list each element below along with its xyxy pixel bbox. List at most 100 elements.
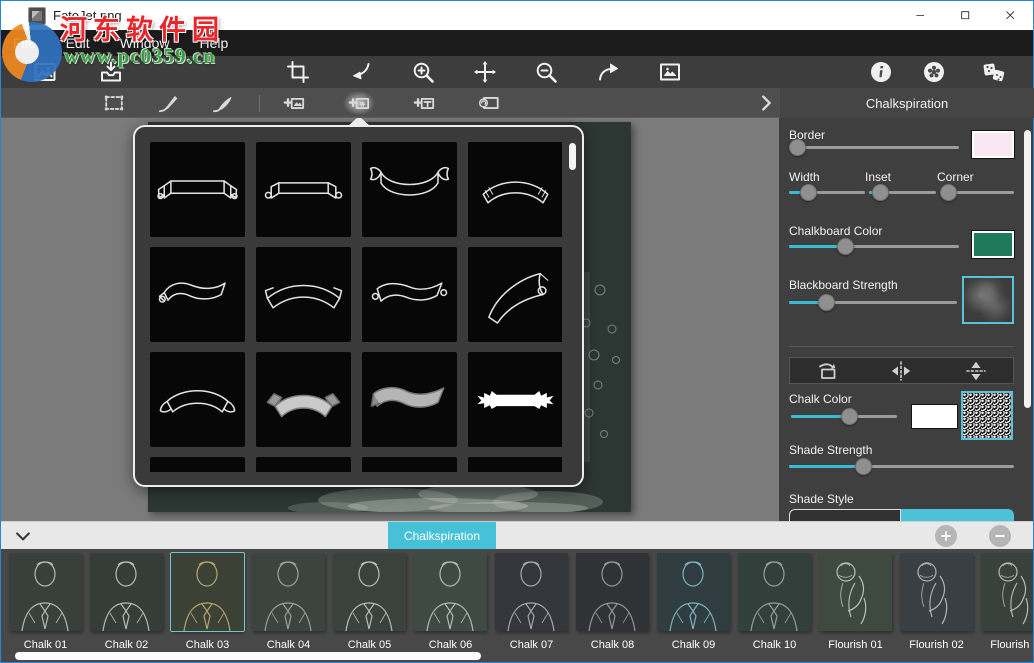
clipart-tile-banner-03[interactable] [362,142,457,237]
menu-edit[interactable]: Edit [66,35,90,51]
slider-thumb[interactable] [940,184,957,201]
paint-tool-icon[interactable] [207,91,239,115]
clipart-tile-banner-06[interactable] [256,247,351,342]
import-icon[interactable] [95,58,127,86]
rotate-icon[interactable] [345,58,377,86]
clipart-tile-banner-04[interactable] [468,142,562,237]
tab-reverse[interactable]: Reverse [901,509,1014,521]
template-thumb-chalk-05[interactable]: Chalk 05 [333,553,406,651]
chalkboard-color-slider[interactable] [789,237,959,256]
template-thumb-image[interactable] [9,553,82,631]
flip-vertical-icon[interactable] [963,360,989,382]
flip-horizontal-icon[interactable] [888,360,914,382]
menu-help[interactable]: Help [199,35,228,51]
chalk-texture-swatch[interactable] [961,391,1013,440]
template-thumb-image[interactable] [171,553,244,631]
add-clipart-tool-icon[interactable] [343,91,375,115]
redo-icon[interactable] [592,58,624,86]
zoom-out-icon[interactable] [530,58,562,86]
zoom-out-thumbs-button[interactable] [989,525,1011,547]
blackboard-strength-slider[interactable] [789,293,957,312]
clipart-tile-banner-12[interactable] [468,352,562,447]
open-photo-icon[interactable] [29,58,61,86]
chevron-right-icon[interactable] [750,91,782,115]
template-thumb-image[interactable] [900,553,973,631]
template-thumb-chalk-08[interactable]: Chalk 08 [576,553,649,651]
popup-scrollbar[interactable] [569,143,576,170]
chevron-down-icon[interactable] [13,526,33,546]
template-thumb-image[interactable] [738,553,811,631]
clipart-tile-banner-07[interactable] [362,247,457,342]
slider-track[interactable] [789,146,959,149]
template-thumb-chalk-07[interactable]: Chalk 07 [495,553,568,651]
template-thumb-image[interactable] [252,553,325,631]
panel-scrollbar[interactable] [1024,130,1031,408]
zoom-in-icon[interactable] [407,58,439,86]
settings-icon[interactable] [918,58,950,86]
chalkboard-color-swatch[interactable] [972,231,1014,258]
template-thumb-flourish-03[interactable]: Flourish 03 [981,553,1033,651]
template-thumb-chalk-10[interactable]: Chalk 10 [738,553,811,651]
template-thumb-image[interactable] [333,553,406,631]
background-tool-icon[interactable] [473,91,505,115]
zoom-in-thumbs-button[interactable] [935,525,957,547]
shade-strength-slider[interactable] [789,457,1014,476]
info-icon[interactable] [865,58,897,86]
template-thumb-chalk-02[interactable]: Chalk 02 [90,553,163,651]
slider-thumb[interactable] [789,139,806,156]
clipart-tile-banner-08[interactable] [468,247,562,342]
crop-icon[interactable] [282,58,314,86]
slider-thumb[interactable] [872,184,889,201]
clipart-tile-banner-05[interactable] [150,247,245,342]
rotate-clipart-icon[interactable] [814,360,840,382]
menu-window[interactable]: Window [120,35,170,51]
template-thumb-image[interactable] [981,553,1033,631]
blackboard-texture-swatch[interactable] [962,276,1014,324]
chalk-color-slider[interactable] [791,407,897,426]
template-thumb-image[interactable] [414,553,487,631]
template-thumb-chalk-06[interactable]: Chalk 06 [414,553,487,651]
draw-tool-icon[interactable] [153,91,185,115]
tab-normal[interactable]: Normal [789,509,901,521]
menu-file[interactable]: File [13,35,36,51]
template-thumb-image[interactable] [90,553,163,631]
template-thumb-chalk-03[interactable]: Chalk 03 [171,553,244,651]
clipart-tile-banner-15[interactable] [362,457,457,472]
move-icon[interactable] [469,58,501,86]
filmstrip-scrollbar[interactable] [15,652,481,660]
category-button[interactable]: Chalkspiration [388,522,496,550]
photo-frame-icon[interactable] [654,58,686,86]
template-thumb-flourish-02[interactable]: Flourish 02 [900,553,973,651]
clipart-tile-banner-14[interactable] [256,457,351,472]
maximize-button[interactable] [943,1,988,30]
border-color-swatch[interactable] [972,131,1014,158]
slider-thumb[interactable] [841,408,858,425]
select-tool-icon[interactable] [98,91,130,115]
slider-thumb[interactable] [855,458,872,475]
template-thumb-chalk-09[interactable]: Chalk 09 [657,553,730,651]
width-slider[interactable] [789,183,865,202]
template-thumb-chalk-04[interactable]: Chalk 04 [252,553,325,651]
close-button[interactable] [988,1,1033,30]
inset-slider[interactable] [869,183,936,202]
clipart-tile-banner-02[interactable] [256,142,351,237]
slider-thumb[interactable] [800,184,817,201]
add-photo-tool-icon[interactable] [278,91,310,115]
clipart-tile-banner-16[interactable] [468,457,562,472]
minimize-button[interactable] [898,1,943,30]
template-thumb-image[interactable] [576,553,649,631]
chalk-color-swatch[interactable] [912,405,957,428]
share-icon[interactable] [978,58,1010,86]
corner-slider[interactable] [940,183,1014,202]
template-thumb-image[interactable] [819,553,892,631]
border-slider[interactable] [789,138,959,157]
template-thumb-image[interactable] [495,553,568,631]
slider-thumb[interactable] [837,238,854,255]
clipart-tile-banner-09[interactable] [150,352,245,447]
clipart-tile-banner-01[interactable] [150,142,245,237]
template-thumb-image[interactable] [657,553,730,631]
clipart-tile-banner-13[interactable] [150,457,245,472]
template-thumb-flourish-01[interactable]: Flourish 01 [819,553,892,651]
add-text-tool-icon[interactable] [408,91,440,115]
template-thumb-chalk-01[interactable]: Chalk 01 [9,553,82,651]
